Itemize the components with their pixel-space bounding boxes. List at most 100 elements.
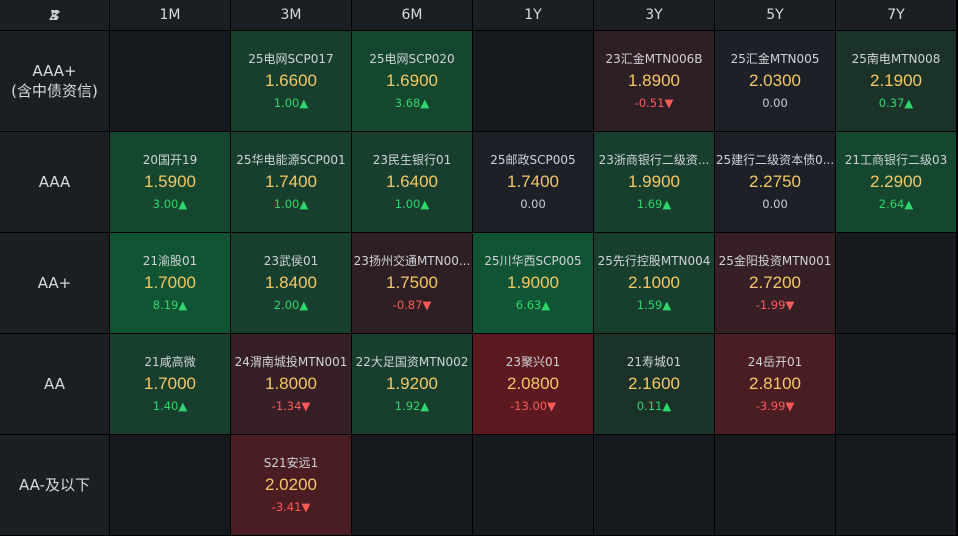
- bond-yield: 2.8100: [749, 374, 801, 393]
- bond-yield-change: 0.00: [762, 197, 788, 211]
- bond-yield-change: -0.51▼: [634, 96, 674, 110]
- bond-yield: 1.8000: [265, 374, 317, 393]
- logo-icon: [48, 10, 60, 20]
- bond-yield-change: 0.37▲: [878, 96, 914, 110]
- bond-name: 25电网SCP020: [369, 52, 455, 66]
- bond-yield-change: 2.64▲: [878, 197, 914, 211]
- bond-yield-change: 3.68▲: [394, 96, 430, 110]
- bond-cell[interactable]: 20国开19 1.5900 3.00▲: [110, 132, 230, 232]
- bond-yield: 1.8400: [265, 273, 317, 292]
- bond-yield: 2.0200: [265, 475, 317, 494]
- bond-yield: 1.7000: [144, 374, 196, 393]
- bond-name: 23聚兴01: [505, 355, 561, 369]
- bond-name: 25汇金MTN005: [730, 52, 820, 66]
- bond-cell[interactable]: 24岳开01 2.8100 -3.99▼: [715, 334, 835, 434]
- column-header-7y[interactable]: 7Y: [836, 0, 956, 30]
- empty-cell: [836, 334, 956, 434]
- bond-name: S21安远1: [263, 456, 319, 470]
- bond-name: 25川华西SCP005: [484, 254, 582, 268]
- bond-yield-change: 3.00▲: [152, 197, 188, 211]
- bond-cell[interactable]: 23扬州交通MTN00... 1.7500 -0.87▼: [352, 233, 472, 333]
- bond-cell[interactable]: 25电网SCP020 1.6900 3.68▲: [352, 31, 472, 131]
- bond-yield-change: 2.00▲: [273, 298, 309, 312]
- bond-cell[interactable]: 23聚兴01 2.0800 -13.00▼: [473, 334, 593, 434]
- bond-name: 21咸高微: [144, 355, 196, 369]
- bond-cell[interactable]: 25华电能源SCP001 1.7400 1.00▲: [231, 132, 351, 232]
- bond-yield-change: 0.11▲: [636, 399, 672, 413]
- bond-cell[interactable]: 23民生银行01 1.6400 1.00▲: [352, 132, 472, 232]
- bond-yield-change: -3.99▼: [755, 399, 795, 413]
- bond-name: 25电网SCP017: [248, 52, 334, 66]
- bond-cell[interactable]: 25川华西SCP005 1.9000 6.63▲: [473, 233, 593, 333]
- bond-name: 25建行二级资本债0...: [715, 153, 835, 167]
- bond-cell[interactable]: 22大足国资MTN002 1.9200 1.92▲: [352, 334, 472, 434]
- empty-cell: [473, 31, 593, 131]
- bond-cell[interactable]: 25南电MTN008 2.1900 0.37▲: [836, 31, 956, 131]
- bond-yield: 1.7500: [386, 273, 438, 292]
- bond-yield: 1.7000: [144, 273, 196, 292]
- bond-yield-change: -1.34▼: [271, 399, 311, 413]
- bond-name: 25金阳投资MTN001: [718, 254, 832, 268]
- bond-cell[interactable]: 25金阳投资MTN001 2.7200 -1.99▼: [715, 233, 835, 333]
- bond-cell[interactable]: 23汇金MTN006B 1.8900 -0.51▼: [594, 31, 714, 131]
- bond-cell[interactable]: 25电网SCP017 1.6600 1.00▲: [231, 31, 351, 131]
- bond-name: 23扬州交通MTN00...: [353, 254, 471, 268]
- bond-yield-change: 8.19▲: [152, 298, 188, 312]
- bond-name: 21渝股01: [142, 254, 198, 268]
- bond-yield-change: 1.00▲: [394, 197, 430, 211]
- bond-cell[interactable]: 25汇金MTN005 2.0300 0.00: [715, 31, 835, 131]
- empty-cell: [715, 435, 835, 535]
- bond-cell[interactable]: 21咸高微 1.7000 1.40▲: [110, 334, 230, 434]
- bond-cell[interactable]: 25建行二级资本债0... 2.2750 0.00: [715, 132, 835, 232]
- row-label: AA-及以下: [0, 435, 109, 535]
- bond-yield-change: -1.99▼: [755, 298, 795, 312]
- bond-name: 20国开19: [142, 153, 198, 167]
- bond-cell[interactable]: 21工商银行二级03 2.2900 2.64▲: [836, 132, 956, 232]
- bond-yield-change: 1.00▲: [273, 96, 309, 110]
- bond-cell[interactable]: 21渝股01 1.7000 8.19▲: [110, 233, 230, 333]
- corner-cell: [0, 0, 109, 30]
- bond-yield: 1.9900: [628, 172, 680, 191]
- bond-yield: 2.1900: [870, 71, 922, 90]
- bond-name: 23浙商银行二级资...: [598, 153, 710, 167]
- bond-name: 21寿城01: [626, 355, 682, 369]
- empty-cell: [110, 31, 230, 131]
- bond-cell[interactable]: 24渭南城投MTN001 1.8000 -1.34▼: [231, 334, 351, 434]
- bond-name: 24渭南城投MTN001: [234, 355, 348, 369]
- column-header-1m[interactable]: 1M: [110, 0, 230, 30]
- bond-yield: 1.9000: [507, 273, 559, 292]
- bond-cell[interactable]: 25邮政SCP005 1.7400 0.00: [473, 132, 593, 232]
- bond-name: 25华电能源SCP001: [236, 153, 346, 167]
- empty-cell: [352, 435, 472, 535]
- bond-name: 22大足国资MTN002: [355, 355, 469, 369]
- column-header-5y[interactable]: 5Y: [715, 0, 835, 30]
- bond-yield-change: 1.00▲: [273, 197, 309, 211]
- bond-yield: 2.1000: [628, 273, 680, 292]
- bond-yield-change: 1.69▲: [636, 197, 672, 211]
- bond-yield: 2.1600: [628, 374, 680, 393]
- bond-cell[interactable]: 21寿城01 2.1600 0.11▲: [594, 334, 714, 434]
- column-header-3y[interactable]: 3Y: [594, 0, 714, 30]
- bond-name: 23民生银行01: [372, 153, 452, 167]
- bond-yield-change: -0.87▼: [392, 298, 432, 312]
- bond-yield-change: 6.63▲: [515, 298, 551, 312]
- bond-yield: 2.2750: [749, 172, 801, 191]
- column-header-1y[interactable]: 1Y: [473, 0, 593, 30]
- bond-cell[interactable]: 23武侯01 1.8400 2.00▲: [231, 233, 351, 333]
- bond-yield: 2.7200: [749, 273, 801, 292]
- bond-cell[interactable]: 23浙商银行二级资... 1.9900 1.69▲: [594, 132, 714, 232]
- bond-yield: 1.7400: [507, 172, 559, 191]
- row-label: AAA+ (含中债资信): [0, 31, 109, 131]
- bond-yield: 1.5900: [144, 172, 196, 191]
- bond-cell[interactable]: 25先行控股MTN004 2.1000 1.59▲: [594, 233, 714, 333]
- bond-cell[interactable]: S21安远1 2.0200 -3.41▼: [231, 435, 351, 535]
- bond-yield: 2.2900: [870, 172, 922, 191]
- yield-heatmap-grid: 1M 3M 6M 1Y 3Y 5Y 7Y AAA+ (含中债资信) 25电网SCP017 1.66…: [0, 0, 958, 536]
- empty-cell: [473, 435, 593, 535]
- bond-yield: 2.0800: [507, 374, 559, 393]
- column-header-3m[interactable]: 3M: [231, 0, 351, 30]
- column-header-6m[interactable]: 6M: [352, 0, 472, 30]
- bond-name: 25南电MTN008: [851, 52, 941, 66]
- bond-yield-change: -3.41▼: [271, 500, 311, 514]
- bond-name: 23汇金MTN006B: [605, 52, 703, 66]
